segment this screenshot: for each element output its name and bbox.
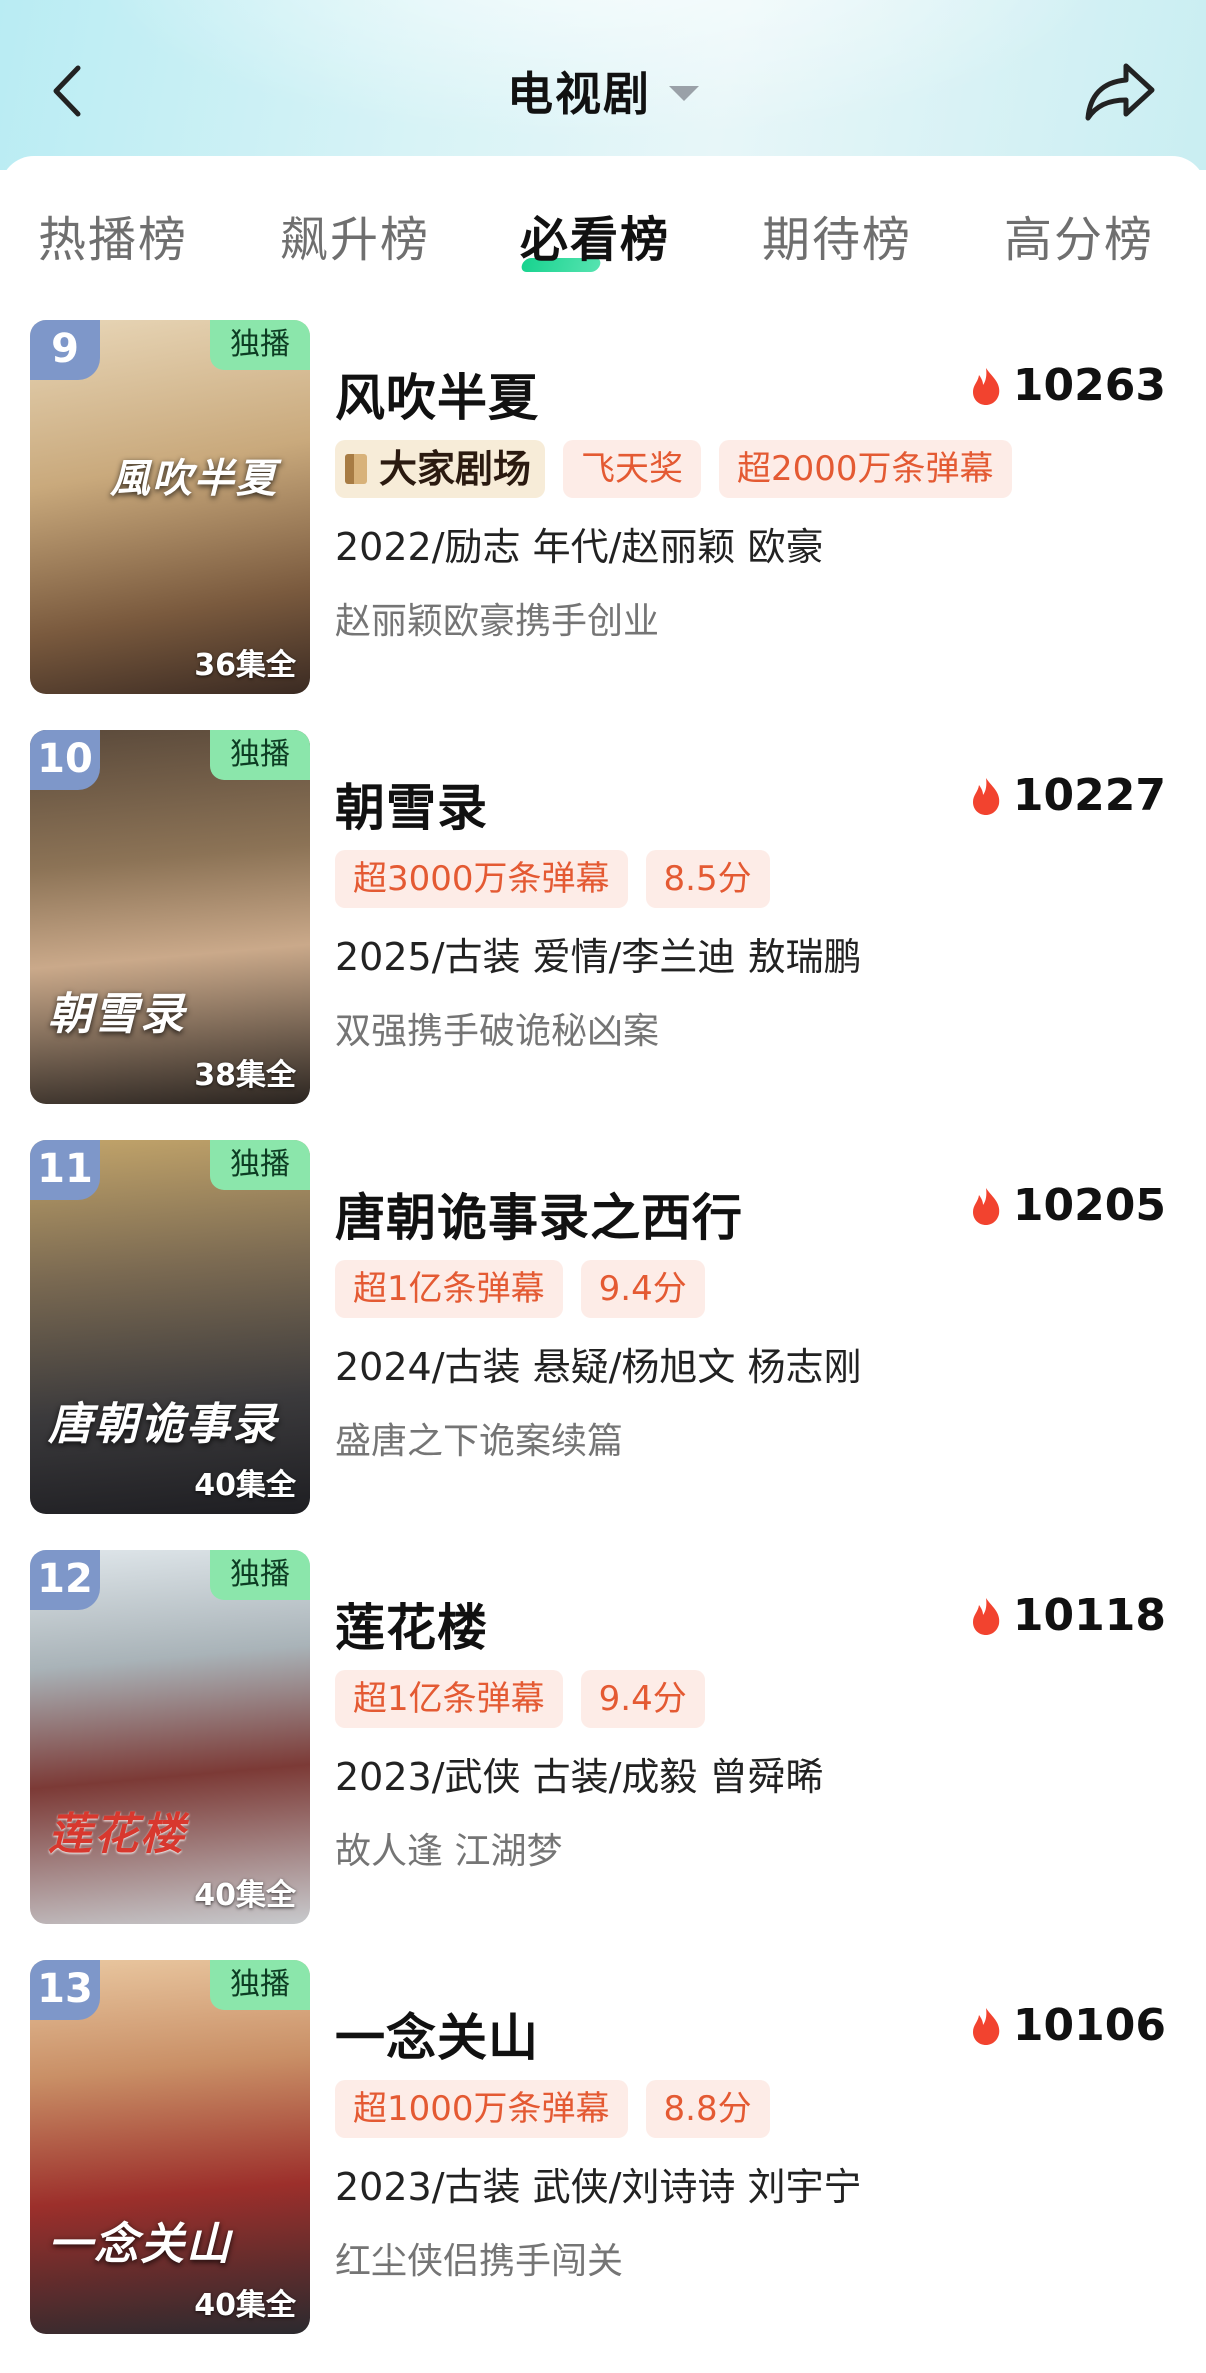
show-meta: 2025/古装 爱情/李兰迪 敖瑞鹏 [335, 935, 862, 979]
tag: 飞天奖 [563, 440, 702, 498]
show-title[interactable]: 唐朝诡事录之西行 [335, 1178, 743, 1250]
heat-score: 10227 [969, 770, 1166, 821]
exclusive-badge: 独播 [210, 1960, 310, 2010]
tag: 9.4分 [580, 1670, 705, 1728]
rank-badge: 9 [30, 320, 100, 380]
show-meta: 2023/古装 武侠/刘诗诗 刘宇宁 [335, 2165, 862, 2209]
show-description: 双强携手破诡秘凶案 [335, 1011, 660, 1052]
episode-count: 40集全 [194, 2288, 296, 2323]
tab-high-score[interactable]: 高分榜 [1004, 200, 1154, 270]
page-title: 电视剧 [507, 67, 651, 121]
rank-badge: 10 [30, 730, 100, 790]
tag: 超1亿条弹幕 [335, 1260, 563, 1318]
tag: 8.8分 [645, 2080, 770, 2138]
heat-score: 10205 [969, 1180, 1166, 1231]
show-meta: 2024/古装 悬疑/杨旭文 杨志刚 [335, 1345, 862, 1389]
page-title-dropdown[interactable]: 电视剧 [0, 58, 1206, 124]
poster-title: 一念关山 [48, 2219, 232, 2270]
tag-list: 超3000万条弹幕 8.5分 [335, 850, 788, 910]
exclusive-badge: 独播 [210, 1550, 310, 1600]
heat-score: 10263 [969, 360, 1166, 411]
exclusive-badge: 独播 [210, 1140, 310, 1190]
tag-brand: 大家剧场 [335, 440, 546, 498]
show-description: 故人逢 江湖梦 [335, 1831, 563, 1872]
episode-count: 40集全 [194, 1878, 296, 1913]
caret-down-icon [669, 86, 699, 101]
book-icon [345, 454, 367, 484]
list-item[interactable]: 朝雪录 10 独播 38集全 朝雪录 10227 超3000万条弹幕 8.5分 … [0, 730, 1206, 1110]
poster-image[interactable]: 風吹半夏 9 独播 36集全 [30, 320, 310, 694]
heat-score: 10106 [969, 2000, 1166, 2051]
poster-image[interactable]: 唐朝诡事录 11 独播 40集全 [30, 1140, 310, 1514]
tag: 超1000万条弹幕 [335, 2080, 628, 2138]
tag: 超1亿条弹幕 [335, 1670, 563, 1728]
ranking-tabs: 热播榜 飙升榜 必看榜 期待榜 高分榜 [0, 200, 1206, 272]
tab-must-watch[interactable]: 必看榜 [519, 200, 670, 272]
top-bar: 电视剧 [0, 0, 1206, 160]
tag: 9.4分 [580, 1260, 705, 1318]
poster-image[interactable]: 莲花楼 12 独播 40集全 [30, 1550, 310, 1924]
poster-title: 莲花楼 [48, 1809, 186, 1860]
flame-icon [972, 1187, 1000, 1225]
exclusive-badge: 独播 [210, 730, 310, 780]
show-description: 红尘侠侣携手闯关 [335, 2241, 624, 2282]
episode-count: 36集全 [194, 648, 296, 683]
tag-list: 超1亿条弹幕 9.4分 [335, 1260, 723, 1320]
list-item[interactable]: 莲花楼 12 独播 40集全 莲花楼 10118 超1亿条弹幕 9.4分 202… [0, 1550, 1206, 1930]
tab-expected[interactable]: 期待榜 [762, 200, 912, 270]
tag-list: 大家剧场 飞天奖 超2000万条弹幕 [335, 440, 1030, 500]
poster-title: 朝雪录 [48, 989, 186, 1040]
flame-icon [972, 2007, 1000, 2045]
share-arrow-icon[interactable] [1082, 60, 1158, 124]
show-title[interactable]: 一念关山 [335, 1998, 539, 2070]
tag-list: 超1亿条弹幕 9.4分 [335, 1670, 723, 1730]
episode-count: 38集全 [194, 1058, 296, 1093]
tag: 超3000万条弹幕 [335, 850, 628, 908]
exclusive-badge: 独播 [210, 320, 310, 370]
poster-image[interactable]: 一念关山 13 独播 40集全 [30, 1960, 310, 2334]
show-meta: 2023/武侠 古装/成毅 曾舜晞 [335, 1755, 824, 1799]
show-title[interactable]: 朝雪录 [335, 768, 488, 840]
tab-rising[interactable]: 飙升榜 [280, 200, 430, 270]
rank-badge: 11 [30, 1140, 100, 1200]
show-title[interactable]: 风吹半夏 [335, 358, 539, 430]
tag: 超2000万条弹幕 [719, 440, 1012, 498]
tag: 8.5分 [645, 850, 770, 908]
show-description: 盛唐之下诡案续篇 [335, 1421, 624, 1462]
list-item[interactable]: 一念关山 13 独播 40集全 一念关山 10106 超1000万条弹幕 8.8… [0, 1960, 1206, 2340]
show-description: 赵丽颖欧豪携手创业 [335, 601, 660, 642]
show-meta: 2022/励志 年代/赵丽颖 欧豪 [335, 525, 824, 569]
rank-badge: 12 [30, 1550, 100, 1610]
flame-icon [972, 777, 1000, 815]
heat-score: 10118 [969, 1590, 1166, 1641]
poster-image[interactable]: 朝雪录 10 独播 38集全 [30, 730, 310, 1104]
episode-count: 40集全 [194, 1468, 296, 1503]
flame-icon [972, 1597, 1000, 1635]
tag-list: 超1000万条弹幕 8.8分 [335, 2080, 788, 2140]
rank-badge: 13 [30, 1960, 100, 2020]
tab-hot[interactable]: 热播榜 [38, 200, 188, 270]
flame-icon [972, 367, 1000, 405]
list-item[interactable]: 風吹半夏 9 独播 36集全 风吹半夏 10263 大家剧场 飞天奖 超2000… [0, 320, 1206, 700]
poster-title: 唐朝诡事录 [48, 1399, 278, 1450]
show-title[interactable]: 莲花楼 [335, 1588, 488, 1660]
list-item[interactable]: 唐朝诡事录 11 独播 40集全 唐朝诡事录之西行 10205 超1亿条弹幕 9… [0, 1140, 1206, 1520]
poster-title: 風吹半夏 [110, 455, 278, 502]
